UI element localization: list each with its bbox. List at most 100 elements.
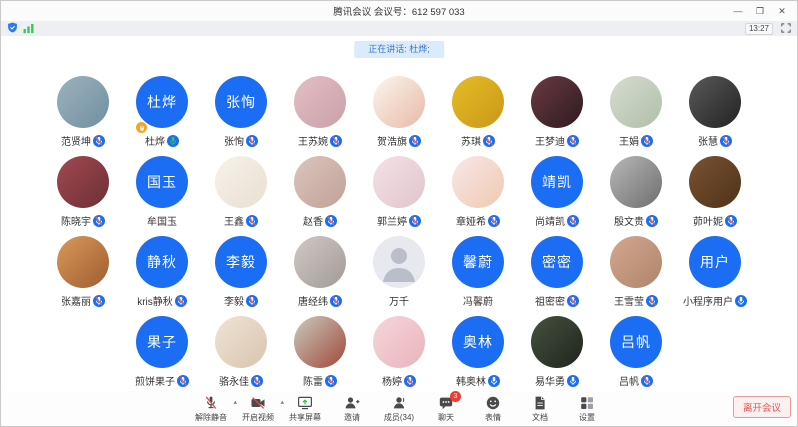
participant-tile[interactable]: 陈晓宇 — [48, 156, 118, 236]
participant-name: 张嘉丽 — [61, 293, 91, 308]
documents-button[interactable]: 文档 — [523, 395, 557, 423]
participant-name: 祖密密 — [535, 293, 565, 308]
participant-tile[interactable]: 赵香 — [285, 156, 355, 236]
default-avatar — [373, 236, 425, 288]
participant-tile[interactable]: 万千 — [364, 236, 434, 316]
participant-tile[interactable]: 靖凯尚靖凯 — [522, 156, 592, 236]
participant-tile[interactable]: 杨婷 — [364, 316, 434, 396]
close-button[interactable]: ✕ — [771, 1, 793, 21]
mic-muted-icon — [177, 375, 189, 387]
toolbar-label: 表情 — [485, 412, 501, 423]
photo-avatar — [373, 156, 425, 208]
participant-name-row: 张嘉丽 — [61, 293, 105, 308]
participant-name: 尚靖凯 — [535, 213, 565, 228]
participant-tile[interactable]: 国玉牟国玉 — [127, 156, 197, 236]
emoji-button[interactable]: 表情 — [476, 395, 510, 423]
chat-button[interactable]: 聊天 3 — [429, 395, 463, 423]
participant-tile[interactable]: 密密祖密密 — [522, 236, 592, 316]
initials-avatar: 张恂 — [215, 76, 267, 128]
toolbar-label: 成员(34) — [384, 412, 414, 423]
participant-tile[interactable]: 王梦迪 — [522, 76, 592, 156]
unmute-button[interactable]: 解除静音 ▴ — [194, 395, 228, 423]
participant-tile[interactable]: 静秋kris静秋 — [127, 236, 197, 316]
participant-tile[interactable]: 吕帆吕帆 — [601, 316, 671, 396]
photo-avatar — [689, 76, 741, 128]
photo-avatar — [689, 156, 741, 208]
participant-name-row: 苏琪 — [461, 133, 495, 148]
participant-name: 冯馨蔚 — [463, 293, 493, 308]
participant-tile[interactable]: 骆永佳 — [206, 316, 276, 396]
participant-tile[interactable]: 殷文贵 — [601, 156, 671, 236]
mic-muted-icon — [409, 215, 421, 227]
participant-name: 殷文贵 — [614, 213, 644, 228]
participant-tile[interactable]: 易华勇 — [522, 316, 592, 396]
settings-button[interactable]: 设置 — [570, 395, 604, 423]
participant-tile[interactable]: 奥林韩奥林 — [443, 316, 513, 396]
participant-tile[interactable]: 用户小程序用户 — [680, 236, 750, 316]
participant-name: 杜烨 — [145, 133, 165, 148]
participant-name-row: 王梦迪 — [535, 133, 579, 148]
maximize-button[interactable]: ❐ — [749, 1, 771, 21]
photo-avatar — [610, 156, 662, 208]
photo-avatar — [531, 76, 583, 128]
mic-muted-icon — [93, 295, 105, 307]
participant-name: 王娟 — [619, 133, 639, 148]
raised-hand-badge — [136, 122, 147, 133]
chat-unread-badge: 3 — [450, 391, 461, 402]
participant-name: 牟国玉 — [147, 213, 177, 228]
camera-options-caret[interactable]: ▴ — [280, 398, 284, 406]
camera-off-icon — [250, 395, 266, 411]
mic-muted-icon — [646, 215, 658, 227]
leave-meeting-button[interactable]: 离开会议 — [733, 396, 791, 418]
window-controls: — ❐ ✕ — [727, 1, 793, 21]
members-button[interactable]: 成员(34) — [382, 395, 416, 423]
participant-name-row: 王雪莹 — [614, 293, 658, 308]
mic-on-icon — [735, 295, 747, 307]
participant-tile[interactable]: 王鑫 — [206, 156, 276, 236]
participant-name: 杨婷 — [382, 373, 402, 388]
mic-muted-icon — [488, 215, 500, 227]
initials-avatar: 密密 — [531, 236, 583, 288]
fullscreen-icon[interactable] — [781, 20, 791, 38]
titlebar: 腾讯会议 会议号：612 597 033 — ❐ ✕ — [1, 1, 797, 21]
participant-tile[interactable]: 张恂张恂 — [206, 76, 276, 156]
toolbar-label: 开启视频 — [242, 412, 274, 423]
participant-tile[interactable]: 王苏婉 — [285, 76, 355, 156]
participant-name-row: 韩奥林 — [456, 373, 500, 388]
participant-tile[interactable]: 王雪莹 — [601, 236, 671, 316]
participant-tile[interactable]: 杜烨 杜烨 — [127, 76, 197, 156]
participant-tile[interactable]: 馨蔚冯馨蔚 — [443, 236, 513, 316]
participant-tile[interactable]: 果子煎饼果子 — [127, 316, 197, 396]
invite-button[interactable]: 邀请 — [335, 395, 369, 423]
emoji-icon — [485, 395, 501, 411]
photo-avatar — [452, 156, 504, 208]
photo-avatar — [294, 316, 346, 368]
participant-tile[interactable]: 章娅希 — [443, 156, 513, 236]
participant-name-row: 王鑫 — [224, 213, 258, 228]
mic-options-caret[interactable]: ▴ — [233, 398, 237, 406]
participant-tile[interactable]: 郭兰婷 — [364, 156, 434, 236]
participant-tile[interactable]: 李毅李毅 — [206, 236, 276, 316]
share-screen-icon — [297, 395, 313, 411]
participant-name-row: 范贤坤 — [61, 133, 105, 148]
share-screen-button[interactable]: 共享屏幕 — [288, 395, 322, 423]
minimize-button[interactable]: — — [727, 1, 749, 21]
mic-muted-icon — [720, 135, 732, 147]
participant-tile[interactable]: 苏琪 — [443, 76, 513, 156]
participant-name-row: 易华勇 — [535, 373, 579, 388]
participant-tile[interactable]: 范贤坤 — [48, 76, 118, 156]
network-signal-icon[interactable] — [23, 20, 35, 38]
participant-tile[interactable]: 唐经纬 — [285, 236, 355, 316]
apps-grid-icon — [579, 395, 595, 411]
start-video-button[interactable]: 开启视频 ▴ — [241, 395, 275, 423]
participant-tile[interactable]: 贺浩旗 — [364, 76, 434, 156]
participant-tile[interactable]: 茆叶妮 — [680, 156, 750, 236]
participant-tile[interactable]: 王娟 — [601, 76, 671, 156]
participant-name-row: 张恂 — [224, 133, 258, 148]
participant-name: 张恂 — [224, 133, 244, 148]
shield-icon — [7, 20, 18, 38]
participant-tile[interactable]: 陈雷 — [285, 316, 355, 396]
participant-tile[interactable]: 张慧 — [680, 76, 750, 156]
participant-tile[interactable]: 张嘉丽 — [48, 236, 118, 316]
initials-avatar: 李毅 — [215, 236, 267, 288]
